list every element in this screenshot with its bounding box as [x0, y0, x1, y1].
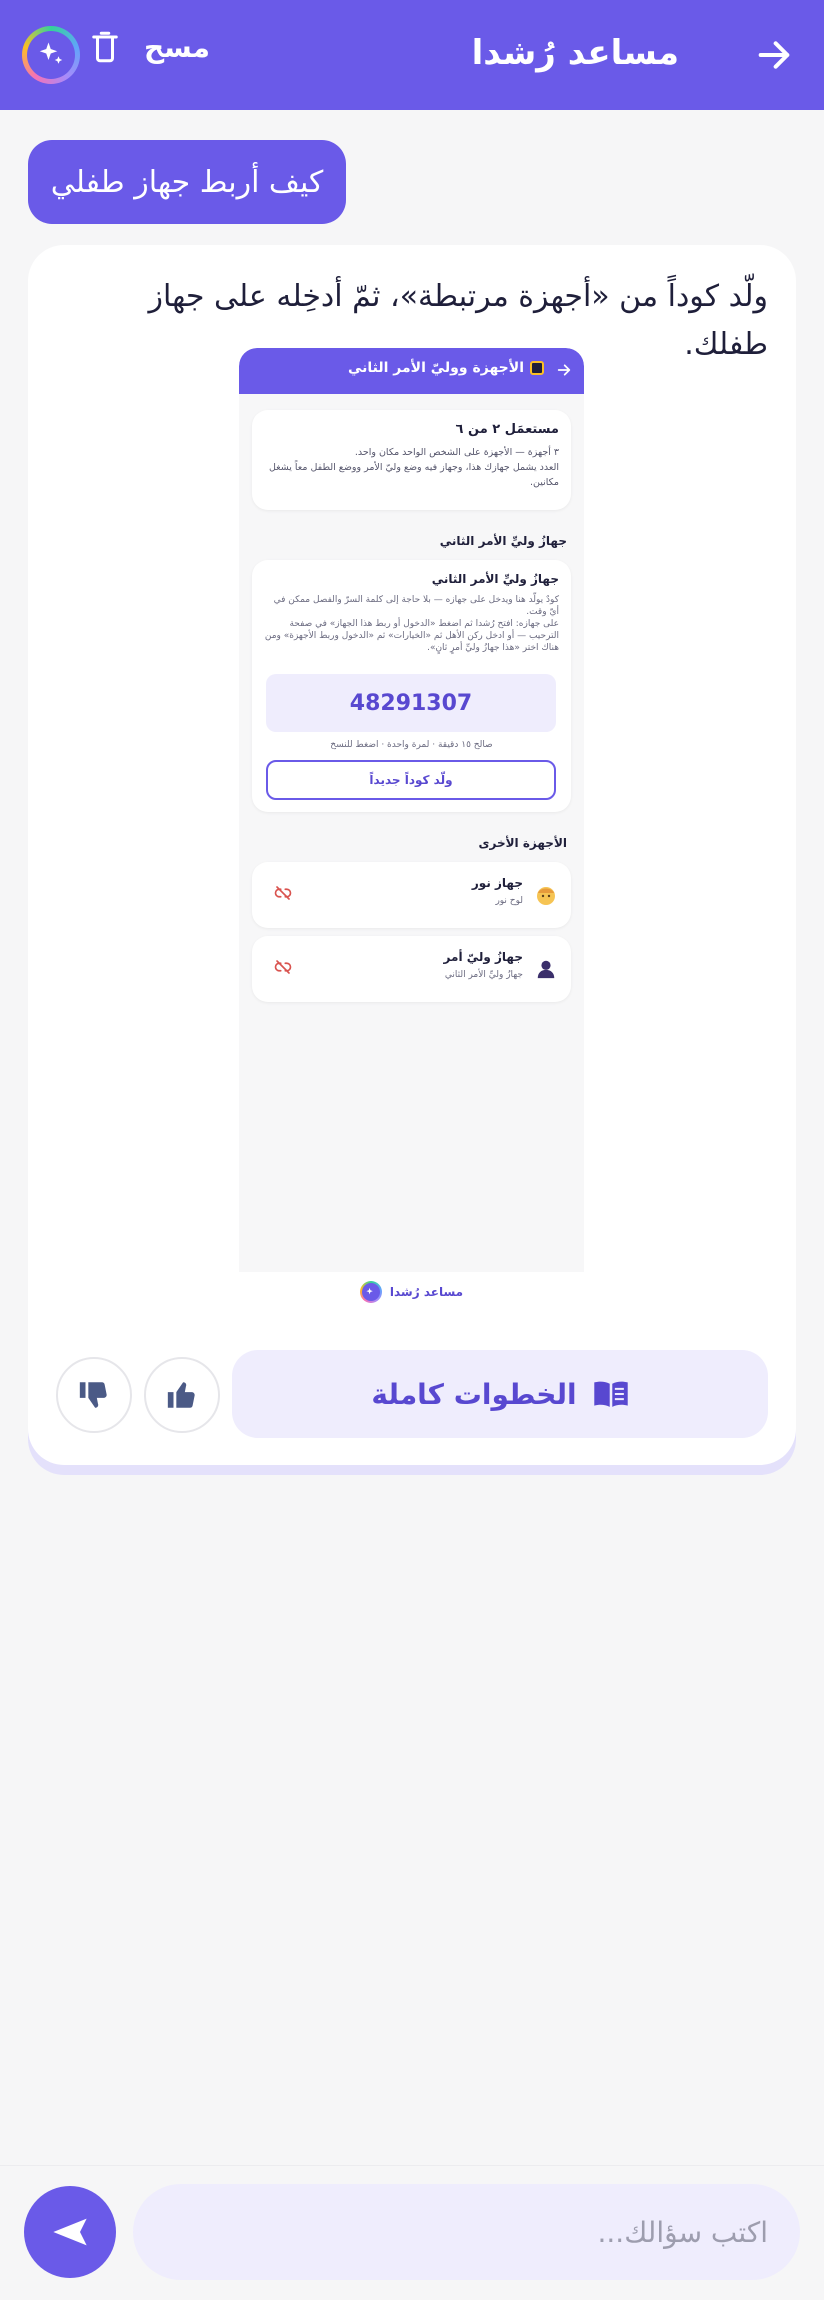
- code-validity: صالح ١٥ دقيقة · لمرة واحدة · اضغط للنسخ: [330, 740, 493, 750]
- device-row: جهاز نور لوح نور: [252, 862, 571, 928]
- composer: [0, 2165, 824, 2300]
- usage-line: ٣ أجهزة — الأجهزة على الشخص الواحد مكان …: [354, 447, 559, 458]
- section-title-second-parent: جهازُ وليِّ الأمر الثاني: [439, 534, 567, 548]
- user-message-text: كيف أربط جهاز طفلي: [50, 164, 324, 200]
- section-title-other-devices: الأجهزة الأخرى: [478, 836, 567, 850]
- screenshot-preview: الأجهزة ووليّ الأمر الثاني مستعمَل ٢ من …: [239, 348, 584, 1272]
- usage-title: مستعمَل ٢ من ٦: [455, 422, 559, 437]
- trash-icon: [92, 31, 118, 63]
- question-input[interactable]: [133, 2184, 800, 2280]
- generate-code-button[interactable]: ولّد كوداً جديداً: [266, 760, 556, 800]
- parent-avatar-icon: [533, 956, 559, 982]
- thumbs-up-button[interactable]: [144, 1357, 220, 1433]
- unlink-button[interactable]: [274, 958, 292, 980]
- second-parent-desc: كودٌ يولّد هنا ويدخل على جهازه — بلا حاج…: [273, 595, 559, 617]
- thumbs-down-icon: [79, 1382, 107, 1408]
- assistant-logo: [22, 26, 80, 84]
- send-button[interactable]: [24, 2186, 116, 2278]
- book-icon: [593, 1381, 628, 1407]
- device-subtitle: جهازُ وليِّ الأمر الثاني: [444, 970, 523, 980]
- back-button[interactable]: [746, 27, 802, 83]
- unlink-icon: [274, 886, 292, 900]
- full-steps-label: الخطوات كاملة: [371, 1377, 577, 1411]
- device-subtitle: لوح نور: [495, 896, 523, 906]
- preview-header: الأجهزة ووليّ الأمر الثاني: [239, 348, 584, 394]
- arrow-right-icon: [758, 41, 790, 69]
- second-parent-title: جهازُ وليِّ الأمر الثاني: [431, 572, 559, 586]
- preview-title: الأجهزة ووليّ الأمر الثاني: [347, 360, 524, 376]
- usage-card: مستعمَل ٢ من ٦ ٣ أجهزة — الأجهزة على الش…: [252, 410, 571, 510]
- clear-label: مسح: [144, 30, 211, 64]
- arrow-right-icon: [557, 364, 571, 376]
- unlink-button[interactable]: [274, 884, 292, 906]
- unlink-icon: [274, 960, 292, 974]
- app-header: مساعد رُشدا مسح: [0, 0, 824, 110]
- usage-note: العدد يشمل جهازك هذا، وجهاز فيه وضع وليّ…: [268, 462, 559, 488]
- second-parent-steps: على جهازه: افتح رُشدا ثم اضغط «الدخول أو…: [264, 619, 559, 653]
- second-parent-card: جهازُ وليِّ الأمر الثاني كودٌ يولّد هنا …: [252, 560, 571, 812]
- device-name: جهازُ وليّ أمر: [443, 950, 523, 964]
- preview-footer-label: مساعد رُشدا: [389, 1285, 464, 1299]
- pairing-code[interactable]: 48291307: [266, 674, 556, 732]
- device-row: جهازُ وليّ أمر جهازُ وليِّ الأمر الثاني: [252, 936, 571, 1002]
- device-icon: [530, 361, 544, 375]
- user-message-bubble: كيف أربط جهاز طفلي: [28, 140, 346, 224]
- full-steps-button[interactable]: الخطوات كاملة: [232, 1350, 768, 1438]
- page-title: مساعد رُشدا: [471, 33, 679, 73]
- assistant-message-card: ولّد كوداً من «أجهزة مرتبطة»، ثمّ أدخِله…: [28, 245, 796, 1465]
- device-name: جهاز نور: [471, 876, 523, 890]
- sparkles-icon: [39, 42, 63, 64]
- sparkles-icon: [366, 1287, 374, 1294]
- preview-footer: مساعد رُشدا: [239, 1281, 584, 1303]
- send-icon: [53, 2218, 87, 2246]
- thumbs-up-icon: [167, 1382, 195, 1408]
- child-avatar-icon: [533, 882, 559, 908]
- thumbs-down-button[interactable]: [56, 1357, 132, 1433]
- assistant-logo: [359, 1281, 382, 1303]
- clear-button[interactable]: مسح: [90, 30, 210, 64]
